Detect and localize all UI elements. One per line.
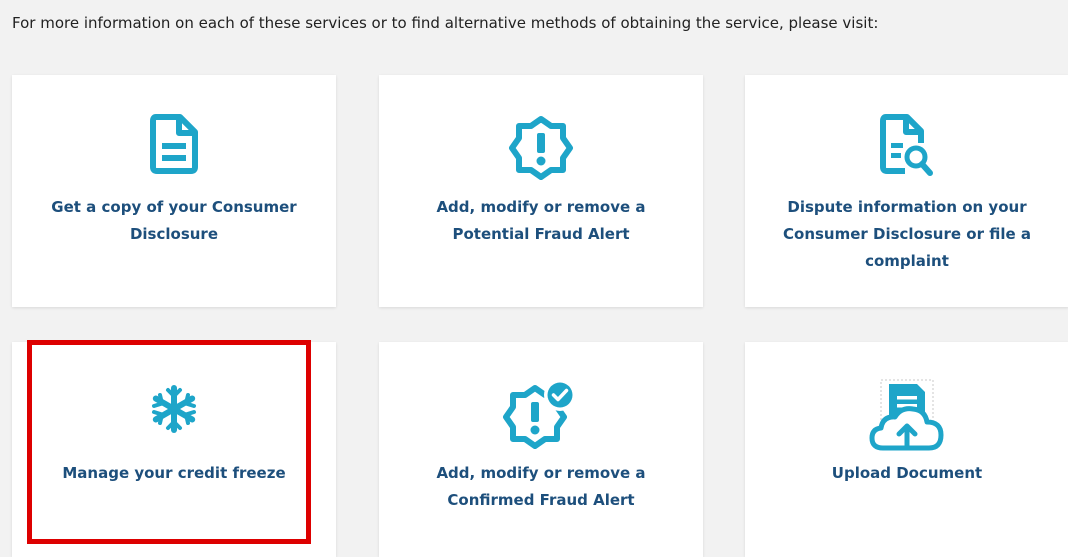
service-card-confirmed-fraud-alert[interactable]: Add, modify or remove a Confirmed Fraud … bbox=[379, 342, 703, 557]
document-icon bbox=[150, 114, 198, 174]
service-label: Dispute information on your Consumer Dis… bbox=[783, 198, 1031, 270]
service-card-upload-document[interactable]: Upload Document bbox=[745, 342, 1068, 557]
alert-badge-icon bbox=[509, 116, 573, 180]
intro-text: For more information on each of these se… bbox=[12, 14, 879, 32]
service-label: Add, modify or remove a Potential Fraud … bbox=[436, 198, 646, 243]
cloud-upload-icon bbox=[869, 379, 944, 451]
document-search-icon bbox=[880, 114, 933, 176]
service-card-consumer-disclosure[interactable]: Get a copy of your Consumer Disclosure bbox=[12, 75, 336, 307]
service-label: Add, modify or remove a Confirmed Fraud … bbox=[436, 464, 646, 509]
service-label: Upload Document bbox=[831, 464, 983, 482]
snowflake-icon bbox=[152, 385, 196, 433]
alert-badge-check-icon bbox=[503, 379, 576, 449]
service-label: Get a copy of your Consumer Disclosure bbox=[51, 198, 297, 243]
service-label: Manage your credit freeze bbox=[62, 464, 286, 482]
service-card-potential-fraud-alert[interactable]: Add, modify or remove a Potential Fraud … bbox=[379, 75, 703, 307]
service-card-dispute[interactable]: Dispute information on your Consumer Dis… bbox=[745, 75, 1068, 307]
service-card-credit-freeze[interactable]: Manage your credit freeze bbox=[12, 342, 336, 557]
